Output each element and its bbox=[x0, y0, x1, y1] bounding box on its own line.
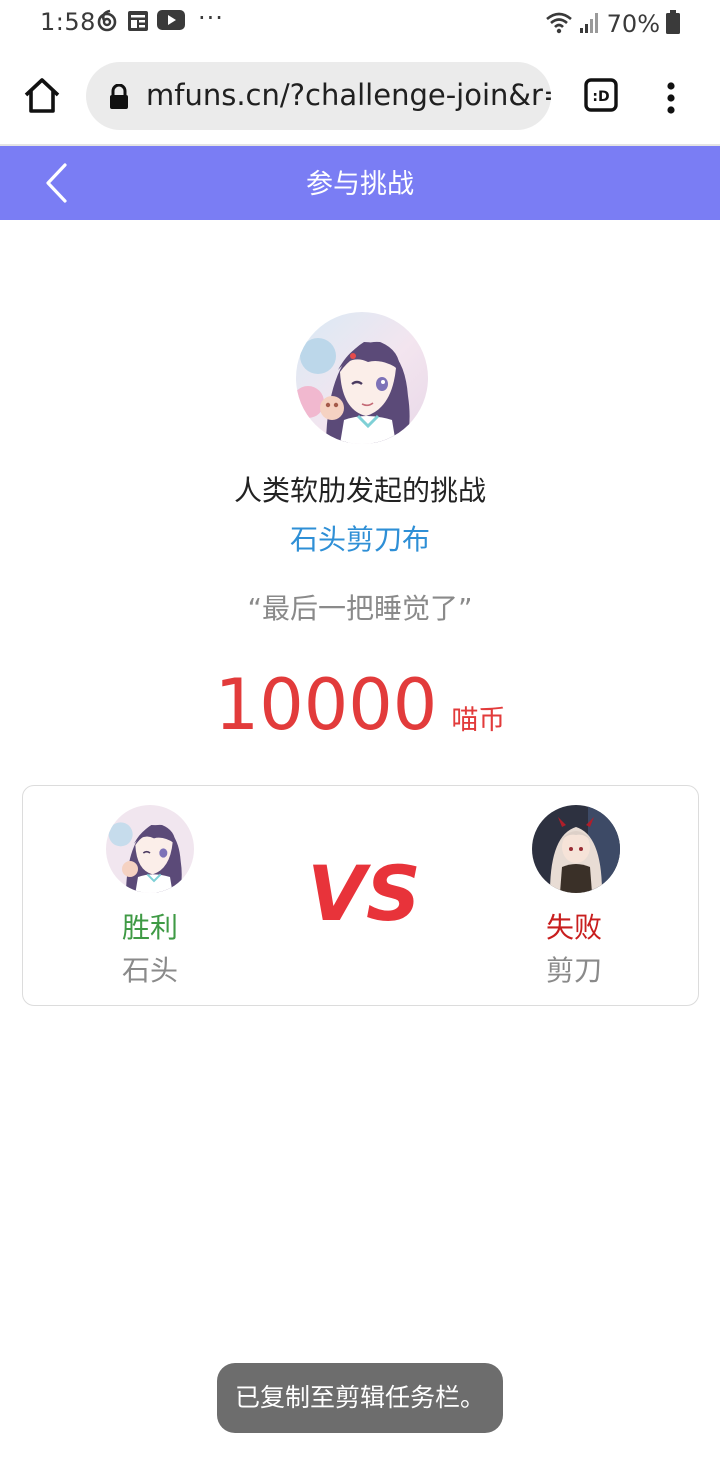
player1-result: 胜利 bbox=[121, 911, 178, 944]
tab-switcher-button[interactable]: :D bbox=[584, 78, 618, 112]
page-title: 参与挑战 bbox=[306, 169, 414, 200]
netease-music-icon bbox=[96, 9, 118, 37]
player1-move: 石头 bbox=[121, 954, 178, 987]
browser-toolbar: mfuns.cn/?challenge-join&r= :D bbox=[0, 48, 720, 146]
home-icon[interactable] bbox=[20, 74, 64, 118]
youtube-icon bbox=[157, 9, 185, 35]
challenger-text: 人类软肋发起的挑战 bbox=[233, 474, 486, 507]
battery-percent: 70% bbox=[606, 10, 660, 38]
player1-avatar bbox=[106, 805, 194, 893]
stake-amount: 10000 bbox=[214, 664, 438, 746]
battery-icon bbox=[666, 10, 680, 38]
status-time: 1:58 bbox=[40, 8, 96, 36]
result-card: 胜利 石头 VS 失败 剪刀 bbox=[22, 785, 699, 1006]
player2-move: 剪刀 bbox=[545, 954, 602, 987]
challenger-avatar bbox=[296, 312, 428, 444]
vs-text: VS bbox=[309, 852, 419, 932]
more-menu-icon[interactable] bbox=[660, 78, 682, 118]
stake-currency: 喵币 bbox=[451, 705, 506, 736]
tab-switcher-label: :D bbox=[592, 89, 609, 105]
player2-result: 失败 bbox=[545, 911, 602, 944]
player2-avatar bbox=[532, 805, 620, 893]
status-bar: 1:58 ··· 70% bbox=[0, 0, 720, 48]
stake-amount-row: 10000 喵币 bbox=[0, 664, 720, 746]
toast-message: 已复制至剪辑任务栏。 bbox=[217, 1363, 503, 1433]
news-icon bbox=[126, 9, 150, 37]
page-header: 参与挑战 bbox=[0, 146, 720, 220]
status-overflow: ··· bbox=[198, 4, 224, 32]
vs-mark: VS bbox=[307, 849, 421, 938]
address-bar[interactable]: mfuns.cn/?challenge-join&r= bbox=[86, 62, 551, 130]
url-text[interactable]: mfuns.cn/?challenge-join&r= bbox=[146, 78, 551, 112]
wifi-icon bbox=[545, 10, 573, 38]
game-name-link[interactable]: 石头剪刀布 bbox=[0, 518, 720, 558]
signal-icon bbox=[579, 10, 601, 38]
lock-icon bbox=[108, 83, 130, 114]
challenge-quote: “最后一把睡觉了” bbox=[247, 592, 473, 625]
